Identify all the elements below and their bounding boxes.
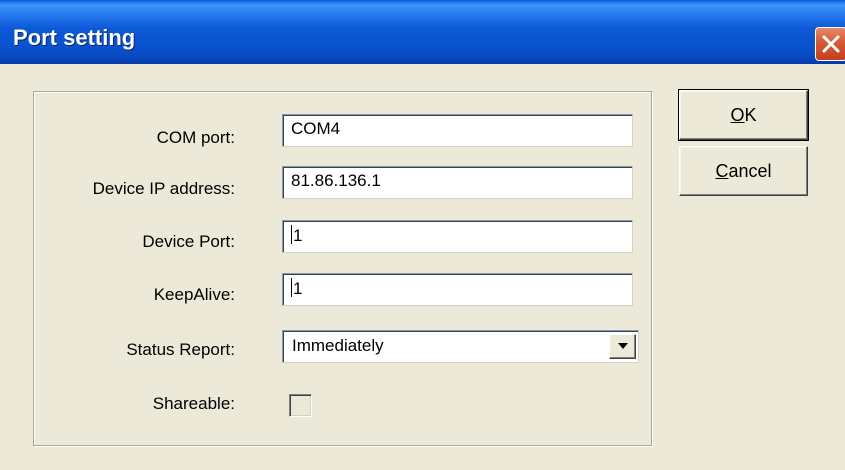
device-port-value: 1 xyxy=(293,226,303,245)
com-port-input[interactable]: COM4 xyxy=(282,114,633,147)
keepalive-value: 1 xyxy=(293,279,303,298)
keepalive-label: KeepAlive: xyxy=(153,285,235,304)
shareable-label: Shareable: xyxy=(152,394,235,413)
device-ip-label: Device IP address: xyxy=(92,179,235,198)
cancel-accel: C xyxy=(715,161,729,181)
ok-accel: O xyxy=(730,105,745,125)
ok-button[interactable]: OK xyxy=(678,89,809,141)
keepalive-input[interactable]: 1 xyxy=(282,273,633,306)
device-ip-value: 81.86.136.1 xyxy=(291,171,381,190)
device-ip-input[interactable]: 81.86.136.1 xyxy=(282,166,633,199)
status-report-dropdown-button[interactable] xyxy=(609,334,636,359)
status-report-label: Status Report: xyxy=(126,340,235,359)
status-report-select[interactable]: Immediately xyxy=(282,330,639,363)
status-report-value: Immediately xyxy=(292,336,384,355)
device-port-input[interactable]: 1 xyxy=(282,220,633,253)
com-port-value: COM4 xyxy=(291,119,341,138)
com-port-label: COM port: xyxy=(156,128,235,147)
window-title: Port setting xyxy=(13,25,136,50)
cancel-label: ancel xyxy=(728,161,772,181)
shareable-checkbox[interactable] xyxy=(289,394,312,417)
title-bar[interactable]: Port setting xyxy=(0,0,845,64)
ok-label: K xyxy=(744,105,757,125)
close-icon xyxy=(822,35,840,53)
text-caret xyxy=(291,225,292,244)
cancel-button[interactable]: Cancel xyxy=(679,146,808,196)
chevron-down-icon xyxy=(618,343,628,349)
close-button[interactable] xyxy=(815,27,845,61)
text-caret xyxy=(291,278,292,297)
port-setting-dialog: Port setting COM port: COM4 Device IP ad… xyxy=(0,0,845,470)
device-port-label: Device Port: xyxy=(142,232,235,251)
